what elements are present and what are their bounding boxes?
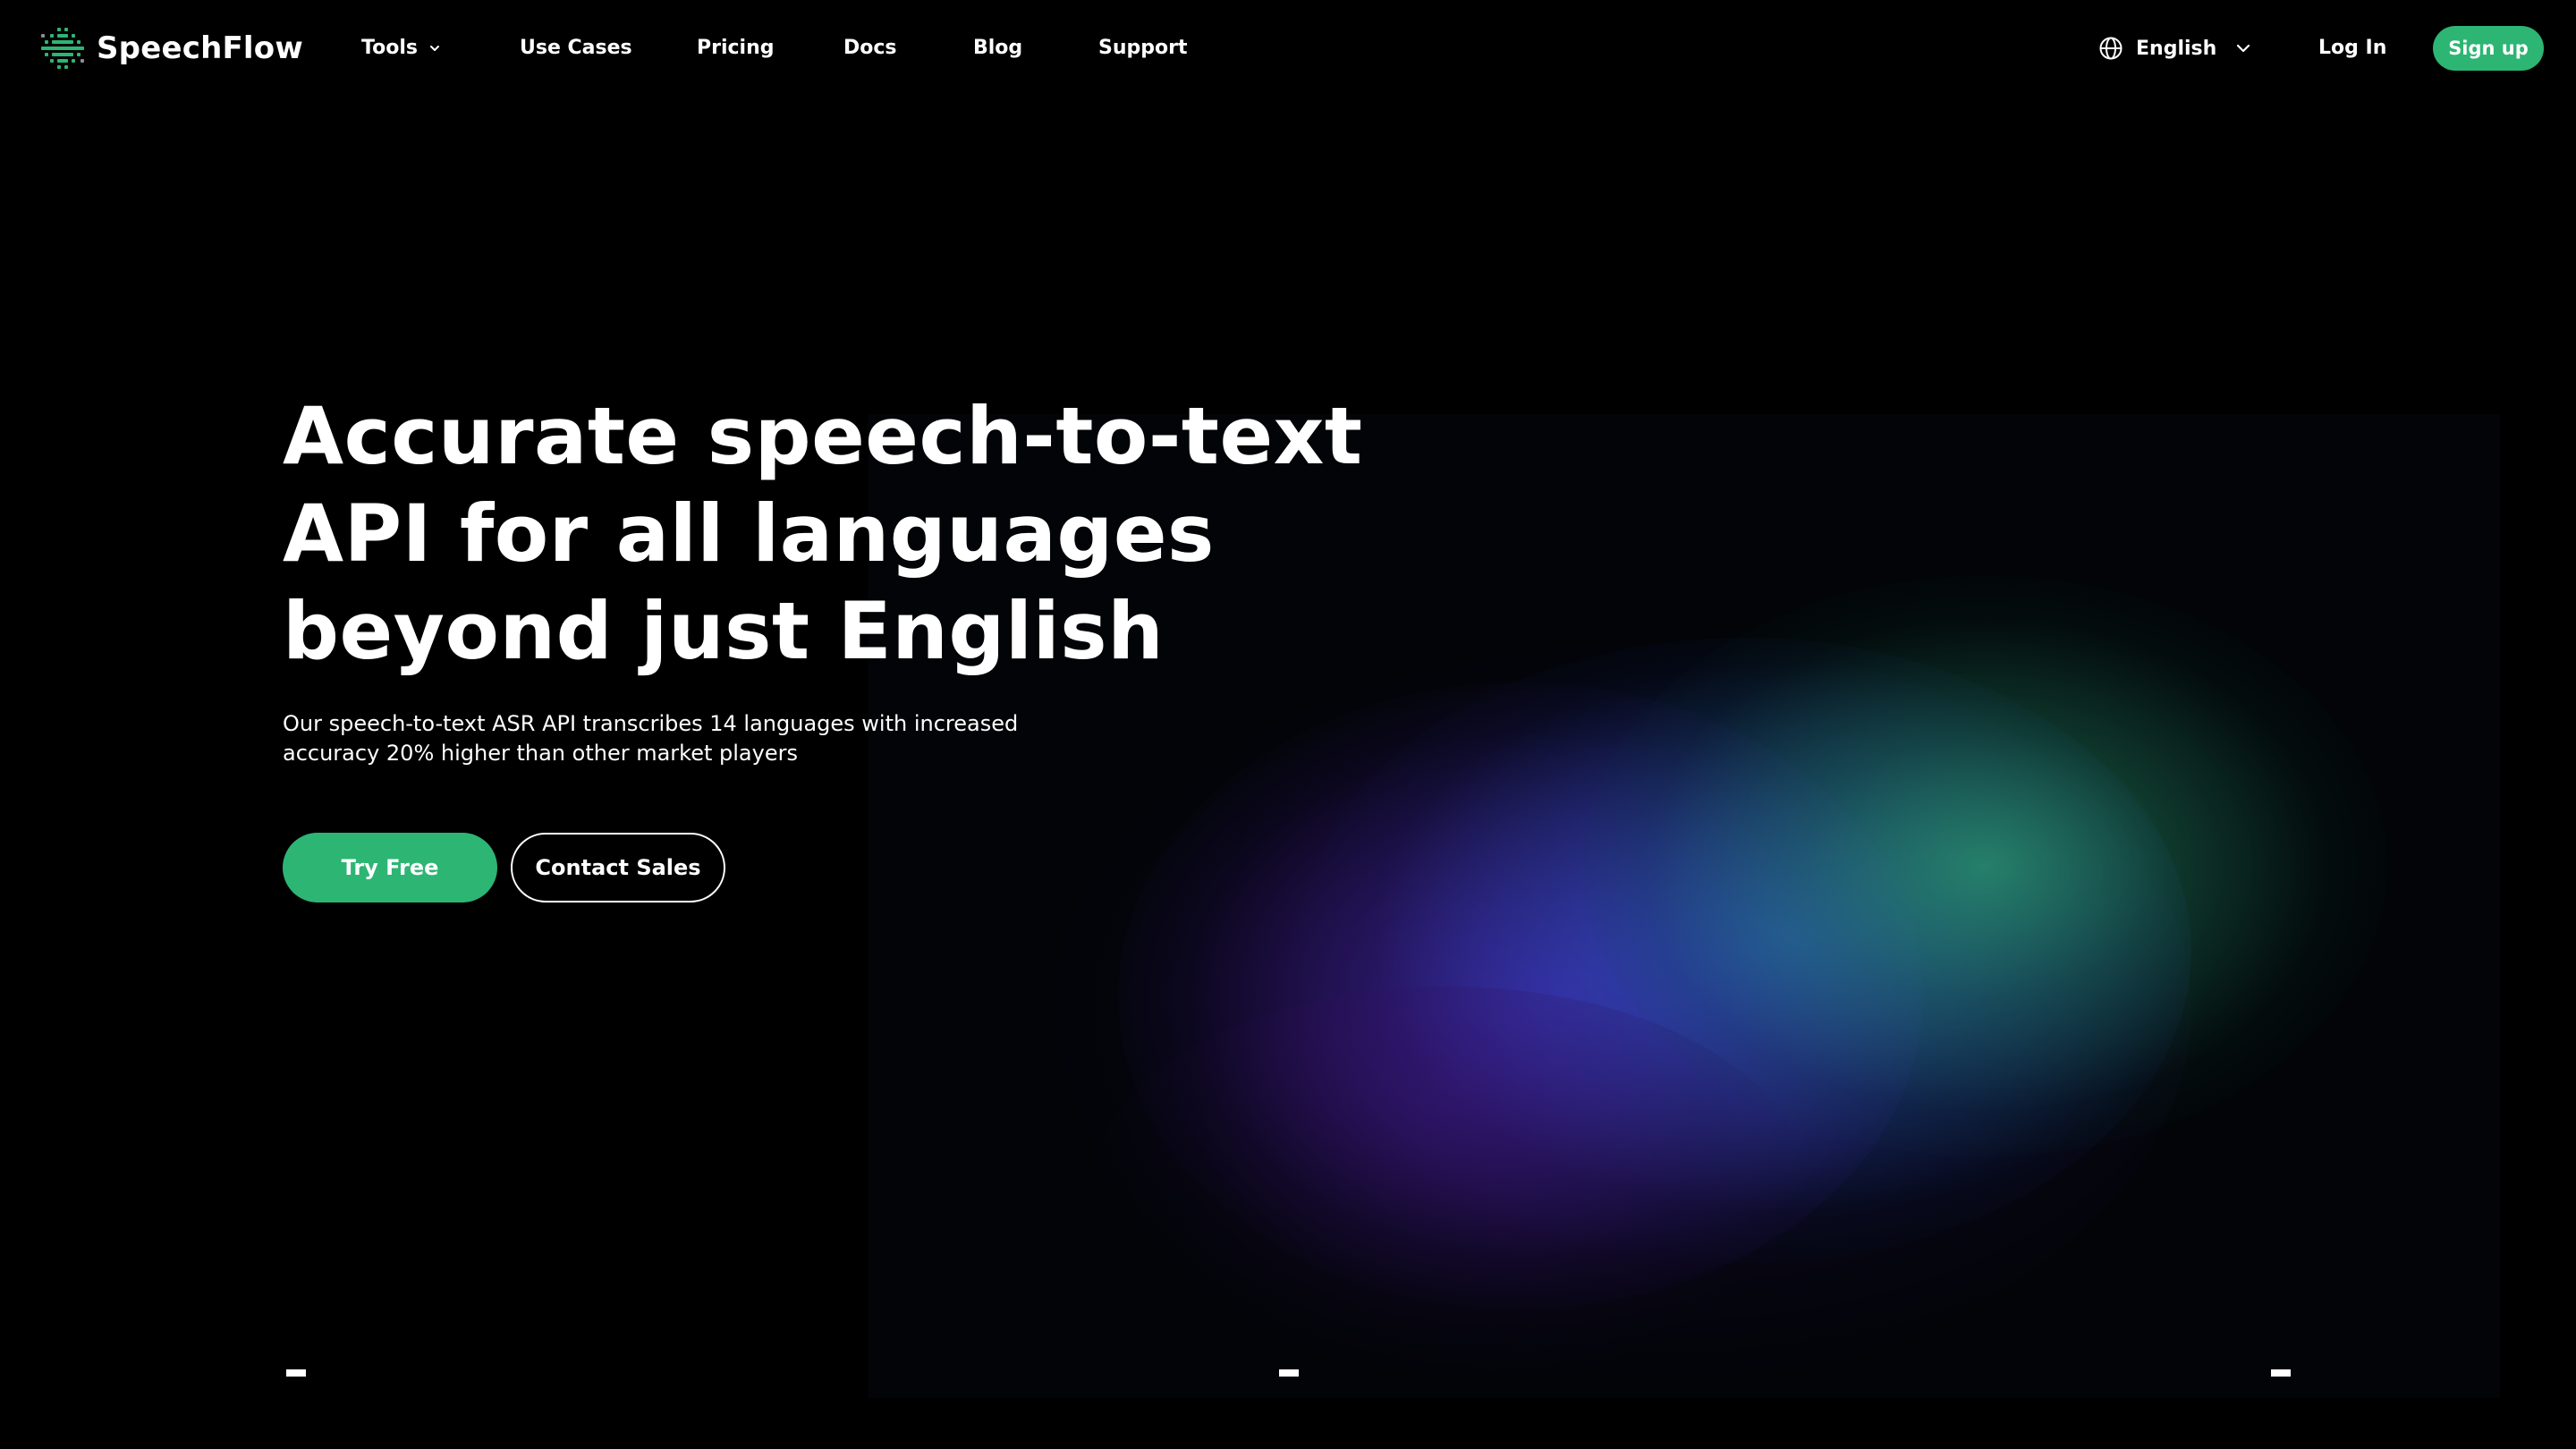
decorative-dash	[2271, 1369, 2291, 1377]
brand-logo[interactable]: SpeechFlow	[39, 25, 303, 72]
chevron-down-icon	[429, 46, 439, 51]
page: SpeechFlow Tools Use Cases Pricing Docs …	[0, 0, 2576, 1449]
language-selector[interactable]: English	[2098, 32, 2252, 64]
try-free-button[interactable]: Try Free	[283, 833, 497, 902]
decorative-dash	[1279, 1369, 1299, 1377]
nav-blog[interactable]: Blog	[973, 32, 1022, 64]
nav-docs[interactable]: Docs	[843, 32, 897, 64]
signup-button[interactable]: Sign up	[2433, 26, 2544, 71]
gradient-blob	[1091, 987, 1807, 1389]
hero-title-line: API for all languages	[283, 487, 1215, 580]
language-label: English	[2136, 37, 2217, 60]
login-link[interactable]: Log In	[2318, 32, 2386, 64]
nav-pricing[interactable]: Pricing	[697, 32, 775, 64]
nav-tools-label: Tools	[361, 37, 418, 59]
hero-title-line: Accurate speech-to-text	[283, 390, 1363, 482]
hero-title-line: beyond just English	[283, 585, 1165, 677]
globe-icon	[2099, 37, 2123, 60]
chevron-down-icon	[2237, 44, 2250, 53]
hero-title: Accurate speech-to-text API for all lang…	[283, 387, 1363, 680]
hero-subtitle: Our speech-to-text ASR API transcribes 1…	[283, 709, 1177, 768]
top-navigation: SpeechFlow Tools Use Cases Pricing Docs …	[0, 0, 2576, 97]
hero-subtitle-line: accuracy 20% higher than other market pl…	[283, 741, 798, 766]
nav-use-cases[interactable]: Use Cases	[520, 32, 632, 64]
nav-support[interactable]: Support	[1098, 32, 1187, 64]
brand-name: SpeechFlow	[97, 30, 303, 66]
hero-subtitle-line: Our speech-to-text ASR API transcribes 1…	[283, 711, 1019, 736]
nav-tools[interactable]: Tools	[361, 32, 441, 64]
decorative-dash	[286, 1369, 306, 1377]
dotted-waveform-icon	[41, 28, 84, 69]
contact-sales-button[interactable]: Contact Sales	[511, 833, 725, 902]
